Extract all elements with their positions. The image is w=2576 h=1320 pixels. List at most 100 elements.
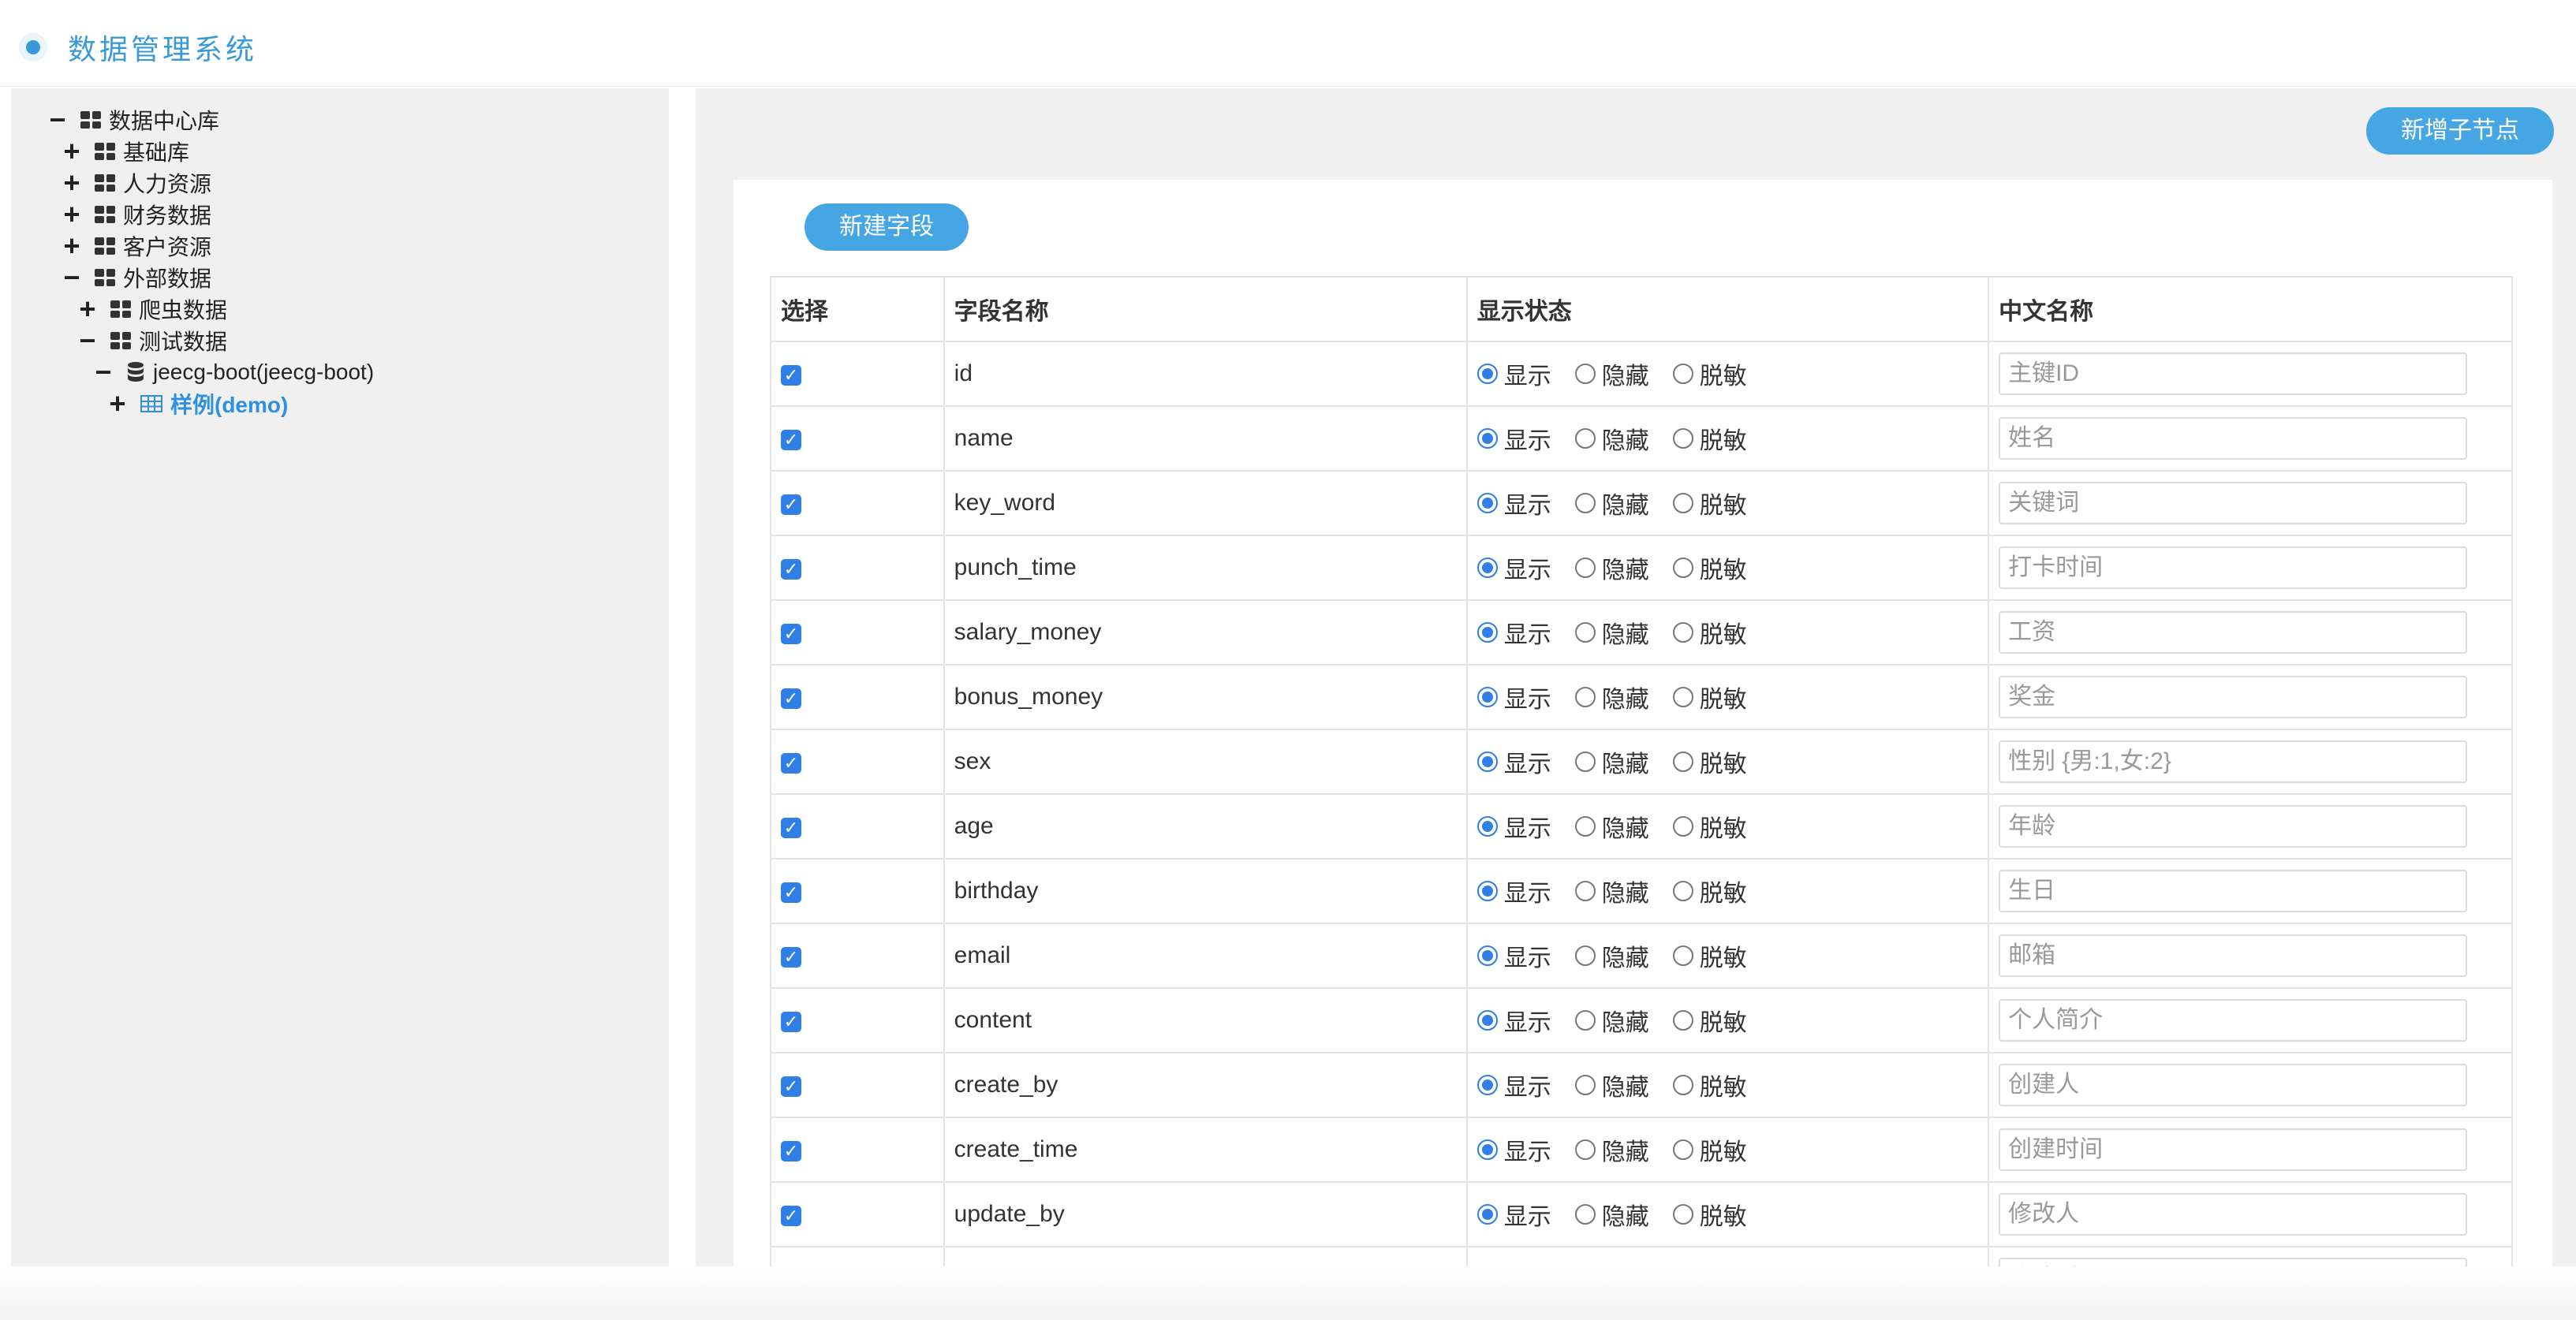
collapse-icon[interactable]: − <box>91 358 115 386</box>
collapse-icon[interactable]: − <box>76 326 99 355</box>
radio-dot[interactable] <box>1477 945 1498 966</box>
collapse-icon[interactable]: − <box>46 106 69 134</box>
expand-icon[interactable]: + <box>60 200 84 229</box>
radio-dot[interactable] <box>1574 687 1596 707</box>
state-radio[interactable]: 脱敏 <box>1672 1132 1747 1167</box>
chinese-name-input[interactable] <box>1999 870 2468 912</box>
tree-node-label[interactable]: 样例(demo) <box>170 388 288 419</box>
radio-dot[interactable] <box>1574 1204 1596 1225</box>
radio-dot[interactable] <box>1672 816 1693 837</box>
state-radio[interactable]: 脱敏 <box>1672 615 1747 650</box>
tree-node-label[interactable]: 财务数据 <box>123 199 211 230</box>
radio-dot[interactable] <box>1574 881 1596 901</box>
chinese-name-input[interactable] <box>1999 417 2468 460</box>
radio-dot[interactable] <box>1477 687 1498 707</box>
state-radio[interactable]: 隐藏 <box>1574 938 1649 973</box>
radio-dot[interactable] <box>1672 493 1693 513</box>
tree-node[interactable]: + 爬虫数据 <box>76 293 227 325</box>
add-child-node-button[interactable]: 新增子节点 <box>2366 107 2554 155</box>
radio-dot[interactable] <box>1574 751 1596 772</box>
radio-dot[interactable] <box>1672 751 1693 772</box>
radio-dot[interactable] <box>1574 364 1596 384</box>
state-radio[interactable]: 隐藏 <box>1574 809 1649 844</box>
radio-dot[interactable] <box>1477 816 1498 837</box>
state-radio[interactable]: 脱敏 <box>1672 874 1747 908</box>
state-radio[interactable]: 隐藏 <box>1574 615 1649 650</box>
row-checkbox[interactable]: ✓ <box>781 753 801 774</box>
state-radio[interactable]: 隐藏 <box>1574 1132 1649 1167</box>
radio-dot[interactable] <box>1672 622 1693 643</box>
row-checkbox[interactable]: ✓ <box>781 818 801 838</box>
state-radio[interactable]: 隐藏 <box>1574 1068 1649 1102</box>
row-checkbox[interactable]: ✓ <box>781 559 801 580</box>
state-radio[interactable]: 脱敏 <box>1672 1068 1747 1102</box>
state-radio[interactable]: 脱敏 <box>1672 680 1747 714</box>
row-checkbox[interactable]: ✓ <box>781 688 801 709</box>
tree-node[interactable]: − 外部数据 <box>60 262 211 293</box>
state-radio[interactable]: 脱敏 <box>1672 1003 1747 1038</box>
new-field-button[interactable]: 新建字段 <box>805 203 969 251</box>
radio-dot[interactable] <box>1672 364 1693 384</box>
state-radio[interactable]: 脱敏 <box>1672 356 1747 391</box>
expand-icon[interactable]: + <box>60 232 84 260</box>
chinese-name-input[interactable] <box>1999 546 2468 589</box>
state-radio[interactable]: 隐藏 <box>1574 1197 1649 1232</box>
tree-node[interactable]: + 客户资源 <box>60 230 211 262</box>
tree-node[interactable]: + 样例(demo) <box>106 388 288 419</box>
row-checkbox[interactable]: ✓ <box>781 365 801 386</box>
tree-node-label[interactable]: 客户资源 <box>123 230 211 262</box>
tree-node-label[interactable]: 外部数据 <box>123 262 211 293</box>
radio-dot[interactable] <box>1672 557 1693 578</box>
radio-dot[interactable] <box>1477 493 1498 513</box>
expand-icon[interactable]: + <box>60 169 84 197</box>
radio-dot[interactable] <box>1574 557 1596 578</box>
radio-dot[interactable] <box>1477 557 1498 578</box>
row-checkbox[interactable]: ✓ <box>781 1076 801 1097</box>
tree-node-label[interactable]: 数据中心库 <box>109 104 219 136</box>
radio-dot[interactable] <box>1574 1139 1596 1160</box>
radio-dot[interactable] <box>1672 428 1693 449</box>
tree-node[interactable]: − 测试数据 <box>76 325 227 356</box>
chinese-name-input[interactable] <box>1999 1064 2468 1106</box>
chinese-name-input[interactable] <box>1999 934 2468 977</box>
radio-dot[interactable] <box>1672 881 1693 901</box>
tree-node-label[interactable]: 人力资源 <box>123 167 211 199</box>
state-radio[interactable]: 脱敏 <box>1672 809 1747 844</box>
state-radio[interactable]: 隐藏 <box>1574 421 1649 456</box>
row-checkbox[interactable]: ✓ <box>781 1141 801 1162</box>
expand-icon[interactable]: + <box>106 390 129 418</box>
radio-dot[interactable] <box>1477 428 1498 449</box>
state-radio[interactable]: 脱敏 <box>1672 938 1747 973</box>
row-checkbox[interactable]: ✓ <box>781 430 801 450</box>
chinese-name-input[interactable] <box>1999 611 2468 654</box>
state-radio[interactable]: 显示 <box>1477 809 1551 844</box>
radio-dot[interactable] <box>1477 1204 1498 1225</box>
radio-dot[interactable] <box>1477 364 1498 384</box>
row-checkbox[interactable]: ✓ <box>781 1206 801 1226</box>
state-radio[interactable]: 隐藏 <box>1574 550 1649 585</box>
tree-node[interactable]: − 数据中心库 <box>46 104 219 136</box>
tree-node-label[interactable]: 基础库 <box>123 136 189 167</box>
chinese-name-input[interactable] <box>1999 740 2468 783</box>
radio-dot[interactable] <box>1477 1010 1498 1031</box>
radio-dot[interactable] <box>1574 1010 1596 1031</box>
state-radio[interactable]: 显示 <box>1477 1068 1551 1102</box>
expand-icon[interactable]: + <box>76 295 99 323</box>
radio-dot[interactable] <box>1574 493 1596 513</box>
radio-dot[interactable] <box>1574 1075 1596 1095</box>
tree-node[interactable]: − jeecg-boot(jeecg-boot) <box>91 356 374 388</box>
row-checkbox[interactable]: ✓ <box>781 947 801 968</box>
state-radio[interactable]: 隐藏 <box>1574 1003 1649 1038</box>
chinese-name-input[interactable] <box>1999 676 2468 718</box>
tree-node[interactable]: + 财务数据 <box>60 199 211 230</box>
state-radio[interactable]: 脱敏 <box>1672 421 1747 456</box>
chinese-name-input[interactable] <box>1999 482 2468 524</box>
chinese-name-input[interactable] <box>1999 805 2468 848</box>
tree-node-label[interactable]: 测试数据 <box>139 325 227 356</box>
radio-dot[interactable] <box>1477 881 1498 901</box>
radio-dot[interactable] <box>1672 945 1693 966</box>
radio-dot[interactable] <box>1574 622 1596 643</box>
chinese-name-input[interactable] <box>1999 1193 2468 1236</box>
collapse-icon[interactable]: − <box>60 263 84 292</box>
state-radio[interactable]: 显示 <box>1477 938 1551 973</box>
